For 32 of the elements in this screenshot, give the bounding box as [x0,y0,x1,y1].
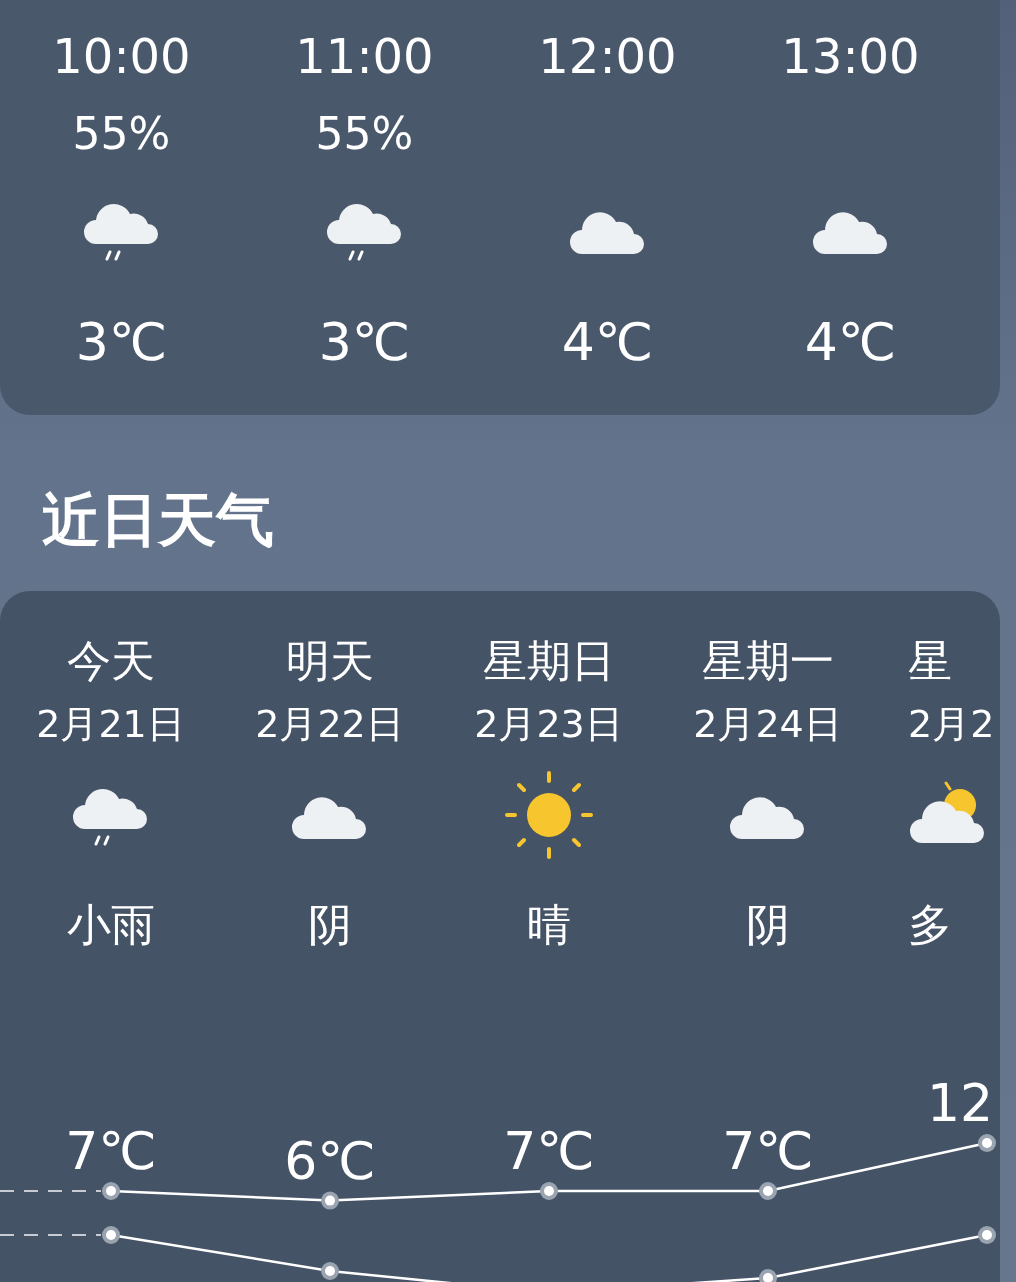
hour-temperature: 3℃ [75,311,168,374]
day-date: 2月22日 [255,701,404,748]
high-temperature: 12 [927,1073,994,1133]
section-title: 近日天气 [42,485,275,556]
weather-condition: 阴 [307,898,352,952]
day-name: 星期一 [701,634,834,688]
day-name: 星 [908,634,952,688]
humidity: 55% [72,108,171,159]
weather-condition: 晴 [526,898,571,952]
humidity: 55% [315,108,414,159]
day-name: 明天 [285,634,374,688]
day-date: 2月2 [908,701,995,748]
hour-time: 10:00 [52,27,191,86]
weather-condition: 多 [908,898,952,952]
weather-condition: 小雨 [66,898,155,952]
high-temperature: 7℃ [722,1121,814,1181]
hour-temperature: 3℃ [318,311,411,374]
high-temperature: 6℃ [284,1130,376,1191]
hour-time: 13:00 [781,27,920,86]
day-date: 2月24日 [693,701,842,748]
day-date: 2月21日 [36,701,185,748]
high-temperature: 7℃ [503,1121,595,1181]
high-temperature: 7℃ [65,1121,157,1181]
hour-time: 12:00 [538,27,677,86]
day-name: 星期日 [482,634,615,688]
sun-icon [503,770,594,860]
weather-condition: 阴 [745,898,790,952]
hour-temperature: 4℃ [561,311,654,374]
day-name: 今天 [66,634,155,688]
hour-temperature: 4℃ [804,311,897,374]
hour-time: 11:00 [295,27,434,86]
day-date: 2月23日 [474,701,623,748]
